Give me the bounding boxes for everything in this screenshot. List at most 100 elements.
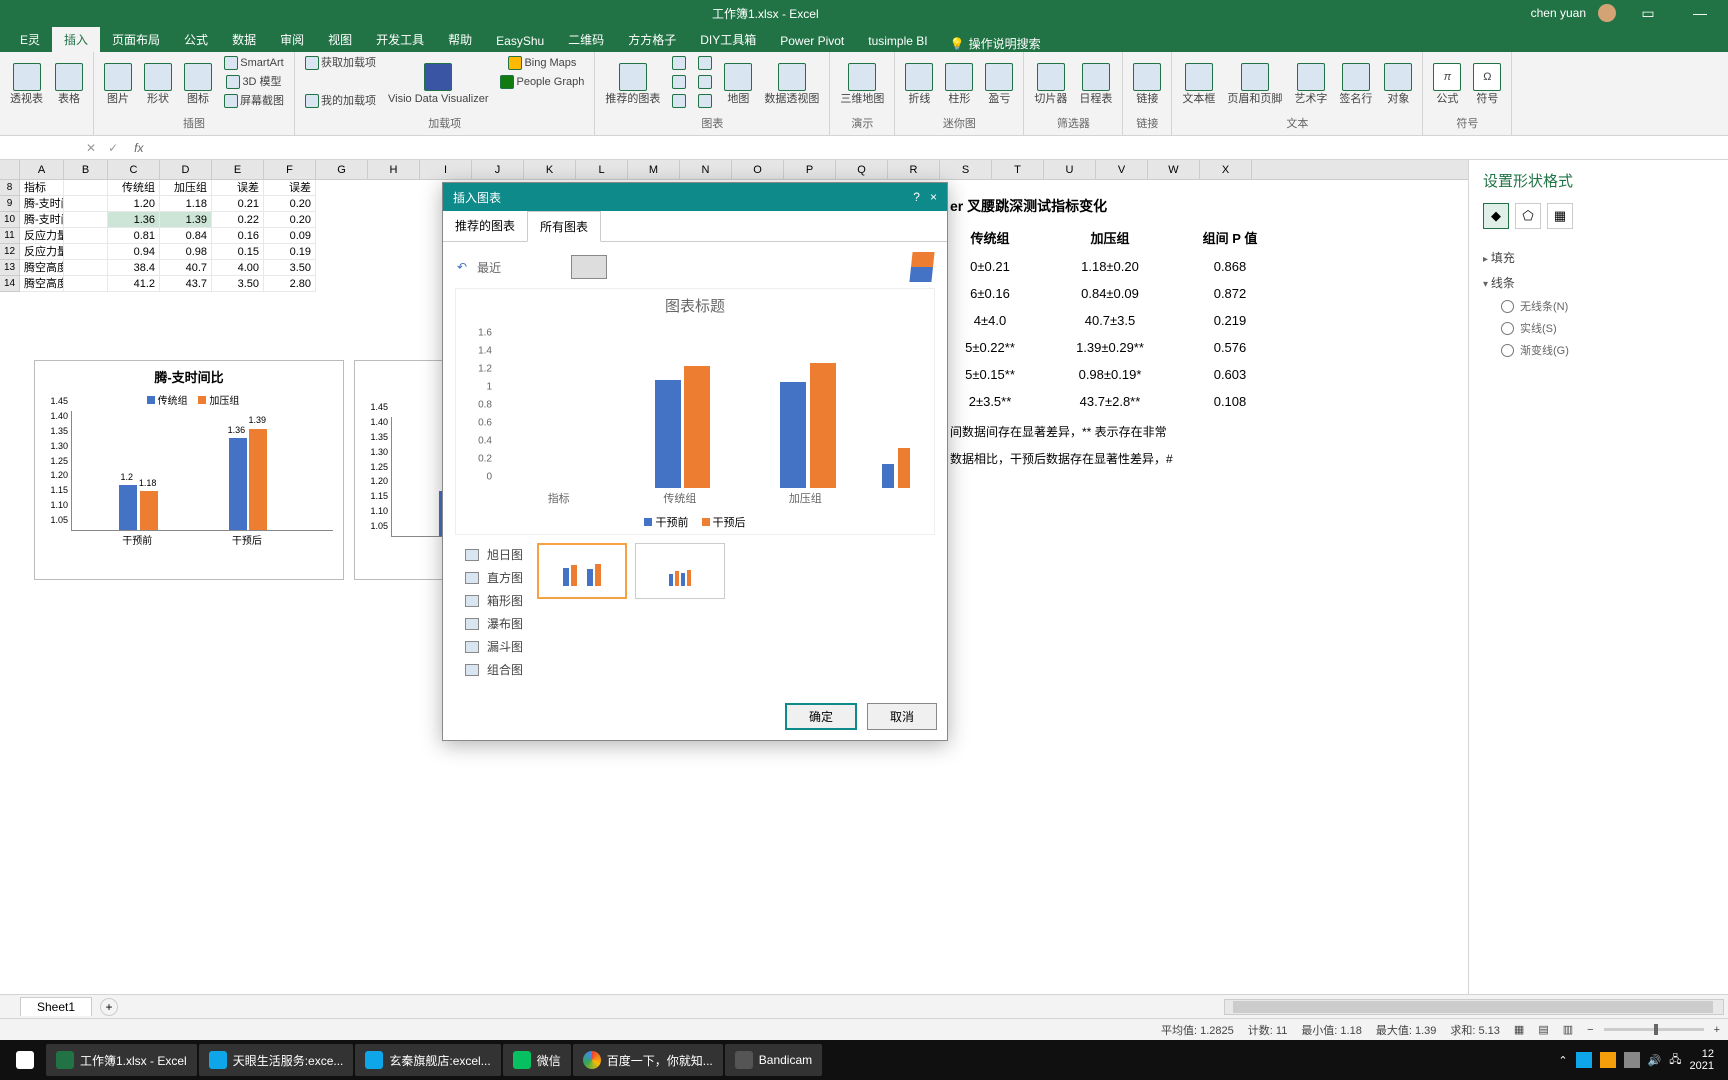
screenshot-button[interactable]: 屏幕截图 (220, 92, 288, 110)
minimize-icon[interactable]: — (1680, 5, 1720, 21)
tab-developer[interactable]: 开发工具 (364, 27, 436, 52)
dialog-titlebar[interactable]: 插入图表 ? × (443, 183, 947, 211)
view-layout-icon[interactable]: ▤ (1538, 1023, 1548, 1036)
header-footer-button[interactable]: 页眉和页脚 (1223, 54, 1286, 114)
embedded-chart-1[interactable]: 腾-支时间比 传统组 加压组 1.05 1.10 1.15 1.20 1.25 … (34, 360, 344, 580)
tray-icon[interactable] (1600, 1052, 1616, 1068)
task-app3[interactable]: 玄秦旗舰店:excel... (355, 1044, 500, 1076)
column-chart-button[interactable] (668, 54, 690, 72)
signature-button[interactable]: 签名行 (1335, 54, 1376, 114)
type-funnel[interactable]: 漏斗图 (459, 635, 529, 658)
tab-eling[interactable]: E灵 (8, 27, 52, 52)
hierarchy-chart-button[interactable] (668, 73, 690, 91)
gradient-line-option[interactable]: 渐变线(G) (1483, 339, 1714, 361)
task-bandicam[interactable]: Bandicam (725, 1044, 822, 1076)
tab-data[interactable]: 数据 (220, 27, 268, 52)
pictures-button[interactable]: 图片 (100, 54, 136, 114)
tab-easyshu[interactable]: EasyShu (484, 30, 556, 52)
tray-network-icon[interactable]: 🖧 (1669, 1051, 1681, 1070)
stat-chart-button[interactable] (694, 73, 716, 91)
zoom-in-icon[interactable]: + (1714, 1024, 1720, 1036)
ribbon-display-icon[interactable]: ▭ (1628, 5, 1668, 22)
cancel-button[interactable]: 取消 (867, 703, 937, 730)
fill-line-tab-icon[interactable]: ◆ (1483, 203, 1509, 229)
tab-recommended[interactable]: 推荐的图表 (443, 211, 527, 241)
type-combo[interactable]: 组合图 (459, 658, 529, 681)
3dmap-button[interactable]: 三维地图 (836, 54, 888, 114)
view-break-icon[interactable]: ▥ (1563, 1023, 1573, 1036)
tab-view[interactable]: 视图 (316, 27, 364, 52)
fx-icon[interactable]: fx (124, 141, 153, 155)
type-boxplot[interactable]: 箱形图 (459, 589, 529, 612)
timeline-button[interactable]: 日程表 (1075, 54, 1116, 114)
cancel-formula-icon[interactable]: ✕ (80, 141, 102, 155)
undo-icon[interactable]: ↶ (457, 260, 467, 274)
link-button[interactable]: 链接 (1129, 54, 1165, 114)
maps-button[interactable]: 地图 (720, 54, 756, 114)
visio-button[interactable]: Visio Data Visualizer (384, 54, 492, 114)
enter-formula-icon[interactable]: ✓ (102, 141, 124, 155)
my-addins-button[interactable]: 我的加载项 (301, 92, 380, 110)
3dmodel-button[interactable]: 3D 模型 (220, 73, 288, 91)
new-sheet-button[interactable]: + (100, 998, 118, 1016)
type-waterfall[interactable]: 瀑布图 (459, 612, 529, 635)
no-line-option[interactable]: 无线条(N) (1483, 295, 1714, 317)
task-excel[interactable]: 工作簿1.xlsx - Excel (46, 1044, 197, 1076)
symbol-button[interactable]: Ω符号 (1469, 54, 1505, 114)
scatter-chart-button[interactable] (668, 92, 690, 110)
fill-section[interactable]: 填充 (1483, 245, 1714, 270)
chart-thumb-2[interactable] (635, 543, 725, 599)
line-chart-button[interactable] (694, 54, 716, 72)
tab-tusimple[interactable]: tusimple BI (856, 30, 939, 52)
ok-button[interactable]: 确定 (785, 703, 857, 730)
tray-up-icon[interactable]: ⌃ (1558, 1054, 1567, 1067)
spark-line-button[interactable]: 折线 (901, 54, 937, 114)
slicer-button[interactable]: 切片器 (1030, 54, 1071, 114)
tab-pagelayout[interactable]: 页面布局 (100, 27, 172, 52)
tab-insert[interactable]: 插入 (52, 27, 100, 52)
tray-icon[interactable] (1624, 1052, 1640, 1068)
formula-input[interactable] (153, 140, 1728, 155)
spark-winloss-button[interactable]: 盈亏 (981, 54, 1017, 114)
tab-qrcode[interactable]: 二维码 (556, 27, 616, 52)
tray-volume-icon[interactable]: 🔊 (1648, 1054, 1662, 1067)
tab-help[interactable]: 帮助 (436, 27, 484, 52)
zoom-slider[interactable] (1604, 1028, 1704, 1031)
task-app2[interactable]: 天眼生活服务:exce... (199, 1044, 354, 1076)
task-baidu[interactable]: 百度一下，你就知... (573, 1044, 723, 1076)
system-tray[interactable]: ⌃ 🔊 🖧 12 2021 (1558, 1048, 1722, 1072)
recommended-charts-button[interactable]: 推荐的图表 (601, 54, 664, 114)
chart-thumb-1[interactable] (537, 543, 627, 599)
equation-button[interactable]: π公式 (1429, 54, 1465, 114)
spark-column-button[interactable]: 柱形 (941, 54, 977, 114)
column-headers[interactable]: AB CD EF GH IJ KL MN OP QR ST UV WX (0, 160, 1468, 180)
user-name[interactable]: chen yuan (1531, 6, 1586, 20)
tray-icon[interactable] (1576, 1052, 1592, 1068)
start-button[interactable] (6, 1044, 44, 1076)
bing-maps-button[interactable]: Bing Maps (496, 54, 588, 72)
icons-button[interactable]: 图标 (180, 54, 216, 114)
tab-ffgz[interactable]: 方方格子 (616, 27, 688, 52)
tab-all-charts[interactable]: 所有图表 (527, 211, 601, 242)
effects-tab-icon[interactable]: ⬠ (1515, 203, 1541, 229)
type-histogram[interactable]: 直方图 (459, 566, 529, 589)
size-tab-icon[interactable]: ▦ (1547, 203, 1573, 229)
chart-subtype-icon[interactable] (571, 255, 607, 279)
zoom-out-icon[interactable]: − (1587, 1024, 1593, 1036)
pivot-table-button[interactable]: 透视表 (6, 54, 47, 114)
dialog-close-icon[interactable]: × (930, 190, 937, 204)
view-normal-icon[interactable]: ▦ (1514, 1023, 1524, 1036)
people-graph-button[interactable]: People Graph (496, 73, 588, 91)
shapes-button[interactable]: 形状 (140, 54, 176, 114)
tab-review[interactable]: 审阅 (268, 27, 316, 52)
get-addins-button[interactable]: 获取加载项 (301, 54, 380, 72)
3d-subtype-icon[interactable] (909, 252, 934, 282)
dialog-help-icon[interactable]: ? (913, 190, 920, 204)
horizontal-scrollbar[interactable] (1224, 999, 1724, 1015)
combo-chart-button[interactable] (694, 92, 716, 110)
pivotchart-button[interactable]: 数据透视图 (760, 54, 823, 114)
zoom-control[interactable]: − + (1587, 1024, 1720, 1036)
textbox-button[interactable]: 文本框 (1178, 54, 1219, 114)
sheet-tab-1[interactable]: Sheet1 (20, 997, 92, 1016)
task-wechat[interactable]: 微信 (503, 1044, 571, 1076)
